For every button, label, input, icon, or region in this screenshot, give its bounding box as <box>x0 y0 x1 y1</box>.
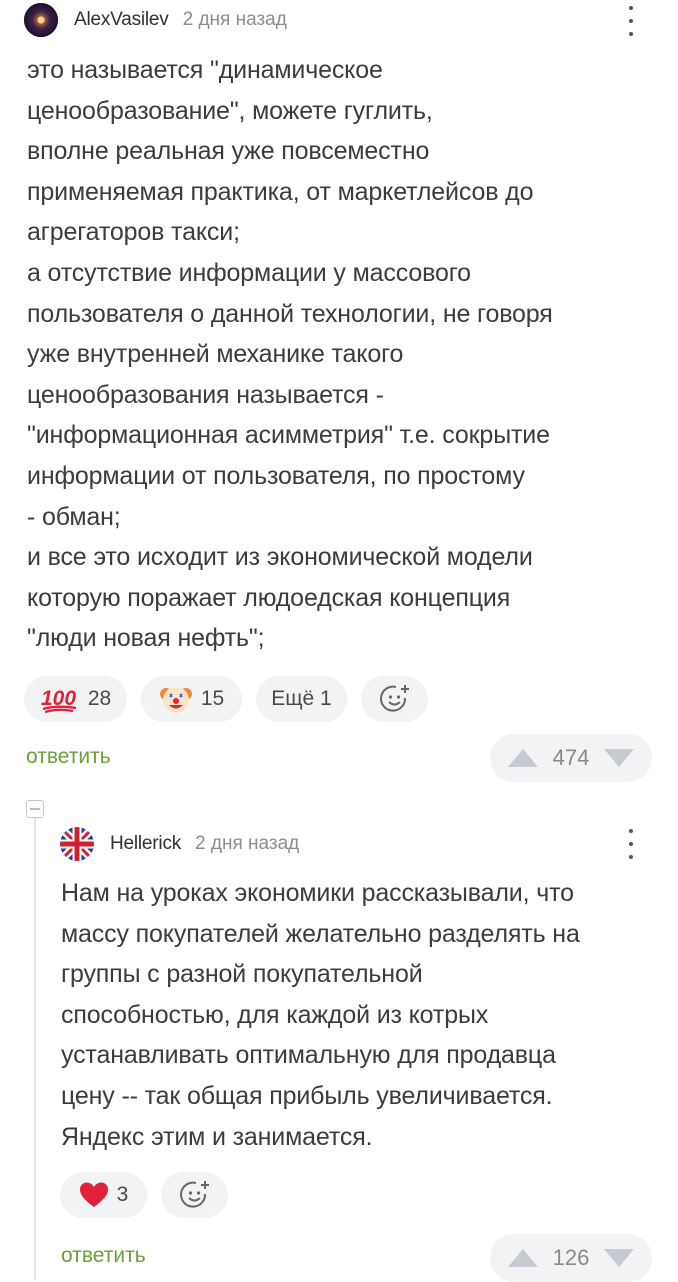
reaction-chip[interactable]: 3 <box>60 1172 147 1218</box>
hundred-points-icon: 100 <box>41 687 76 713</box>
rating-count: 474 <box>552 745 590 770</box>
downvote-arrow-icon[interactable] <box>604 1249 634 1267</box>
add-reaction-button[interactable] <box>161 1172 228 1218</box>
reply-link[interactable]: ответить <box>61 1244 146 1268</box>
upvote-arrow-icon[interactable] <box>508 1249 538 1267</box>
comment-time: 2 дня назад <box>182 9 287 30</box>
reaction-chip[interactable]: 15 <box>141 676 242 722</box>
more-reactions-label: Ещё 1 <box>271 687 332 710</box>
clown-face-icon <box>159 687 192 713</box>
avatar[interactable] <box>60 827 94 861</box>
reaction-count: 28 <box>87 687 112 710</box>
more-options-icon[interactable] <box>621 4 641 38</box>
author-name[interactable]: AlexVasilev <box>74 9 169 31</box>
comment-header: Hellerick 2 дня назад <box>60 826 299 862</box>
author-name[interactable]: Hellerick <box>110 833 181 855</box>
downvote-arrow-icon[interactable] <box>604 749 634 767</box>
reply-link[interactable]: ответить <box>26 745 111 769</box>
comment-header: AlexVasilev 2 дня назад <box>24 2 287 38</box>
add-reaction-button[interactable] <box>361 676 428 722</box>
collapse-thread-button[interactable] <box>26 800 44 818</box>
reaction-chip[interactable]: 100 28 <box>24 676 127 722</box>
add-emoji-icon <box>379 685 409 712</box>
reaction-count: 15 <box>200 687 225 710</box>
comment-time: 2 дня назад <box>195 833 300 854</box>
upvote-arrow-icon[interactable] <box>508 749 538 767</box>
rating-widget: 126 <box>490 1234 652 1282</box>
rating-count: 126 <box>552 1245 590 1270</box>
rating-widget: 474 <box>490 734 652 782</box>
avatar[interactable] <box>24 3 58 37</box>
more-reactions-button[interactable]: Ещё 1 <box>256 676 347 722</box>
thread-line[interactable] <box>34 818 36 1280</box>
reaction-count: 3 <box>116 1183 129 1206</box>
add-emoji-icon <box>179 1181 209 1208</box>
heart-icon <box>79 1182 108 1207</box>
more-options-icon[interactable] <box>621 827 641 861</box>
comment-text: это называется "динамическое ценообразов… <box>27 56 553 653</box>
comment-text: Нам на уроках экономики рассказывали, чт… <box>61 879 580 1151</box>
